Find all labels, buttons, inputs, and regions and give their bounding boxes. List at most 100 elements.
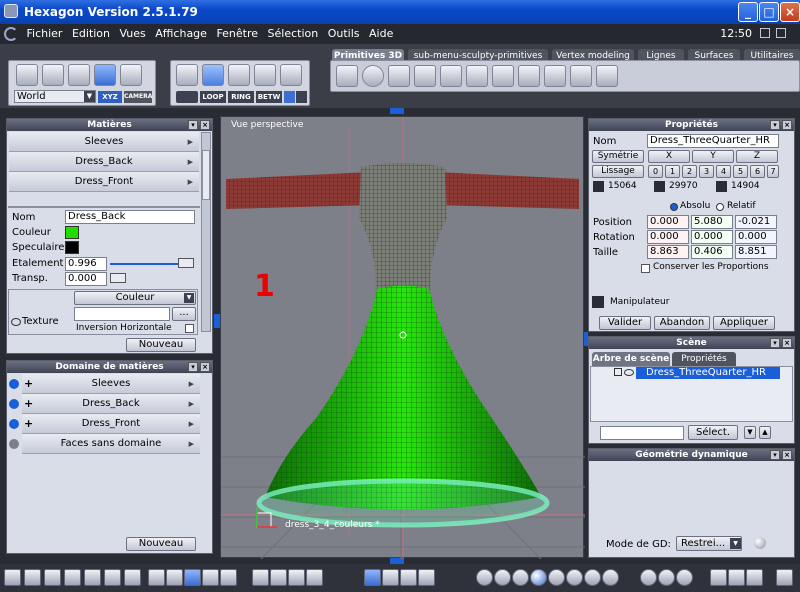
lissage-level-5[interactable]: 5 bbox=[733, 165, 748, 178]
lissage-level-4[interactable]: 4 bbox=[716, 165, 731, 178]
sym-z-button[interactable]: Z bbox=[736, 150, 778, 163]
render-flat-icon[interactable] bbox=[494, 569, 511, 586]
lissage-level-1[interactable]: 1 bbox=[665, 165, 680, 178]
menu-outils[interactable]: Outils bbox=[325, 24, 363, 40]
domain-item-dress-front[interactable]: Dress_Front ▶ bbox=[22, 414, 200, 434]
material-preview-icon[interactable] bbox=[640, 569, 657, 586]
scale-tool-icon[interactable] bbox=[400, 569, 417, 586]
domain-item-dress-back[interactable]: Dress_Back ▶ bbox=[22, 394, 200, 414]
sym-x-button[interactable]: X bbox=[648, 150, 690, 163]
material-item-sleeves[interactable]: Sleeves ▶ bbox=[9, 132, 199, 152]
close-panel-icon[interactable] bbox=[776, 28, 786, 38]
valider-button[interactable]: Valider bbox=[599, 316, 651, 330]
menu-fenetre[interactable]: Fenêtre bbox=[213, 24, 261, 40]
pyramid-primitive-icon[interactable] bbox=[492, 65, 514, 87]
grid-display-icon[interactable] bbox=[184, 569, 201, 586]
scroll-down-icon[interactable]: ▼ bbox=[744, 426, 756, 439]
rotation-z-field[interactable]: 0.000 bbox=[735, 230, 777, 244]
plus-icon[interactable]: + bbox=[24, 397, 33, 410]
menu-vues[interactable]: Vues bbox=[117, 24, 149, 40]
brush-select-icon[interactable] bbox=[176, 91, 198, 103]
gd-sphere-icon[interactable] bbox=[754, 537, 766, 549]
eye-icon[interactable] bbox=[11, 318, 21, 326]
universal-tool-icon[interactable] bbox=[418, 569, 435, 586]
render-smooth-icon[interactable] bbox=[512, 569, 529, 586]
rotate-tool-icon[interactable] bbox=[382, 569, 399, 586]
inversion-checkbox[interactable] bbox=[185, 324, 194, 333]
chevron-down-icon[interactable]: ▼ bbox=[84, 91, 95, 102]
manipulator-icon[interactable] bbox=[592, 296, 604, 308]
gem-primitive-icon[interactable] bbox=[544, 65, 566, 87]
layout-four-icon[interactable] bbox=[124, 569, 141, 586]
grid-color-icon[interactable] bbox=[220, 569, 237, 586]
betw-button[interactable]: BETW bbox=[256, 91, 282, 103]
material-name-field[interactable]: Dress_Back bbox=[65, 210, 195, 224]
texture-path-field[interactable] bbox=[74, 307, 170, 321]
scene-tree-item[interactable]: Dress_ThreeQuarter_HR bbox=[636, 367, 780, 379]
transparency-field[interactable]: 0.000 bbox=[65, 272, 107, 286]
ring-button[interactable]: RING bbox=[228, 91, 254, 103]
layout-quad-icon[interactable] bbox=[24, 569, 41, 586]
lissage-level-6[interactable]: 6 bbox=[750, 165, 765, 178]
scroll-up-icon[interactable]: ▲ bbox=[759, 426, 771, 439]
display-cube-icon[interactable] bbox=[710, 569, 727, 586]
move-sphere-icon[interactable] bbox=[94, 64, 116, 86]
panel-menu-icon[interactable]: ▾ bbox=[770, 450, 780, 460]
camera-toggle[interactable]: CAMERA bbox=[124, 91, 152, 103]
move-tool-icon[interactable] bbox=[364, 569, 381, 586]
size-y-field[interactable]: 0.406 bbox=[691, 245, 733, 259]
render-ao-icon[interactable] bbox=[584, 569, 601, 586]
grid-snap-icon[interactable] bbox=[148, 569, 165, 586]
panel-close-icon[interactable]: × bbox=[782, 450, 792, 460]
position-y-field[interactable]: 5.080 bbox=[691, 215, 733, 229]
color-swatch[interactable] bbox=[65, 226, 79, 239]
render-textured-icon[interactable] bbox=[548, 569, 565, 586]
select-edge-icon[interactable] bbox=[228, 64, 250, 86]
close-button[interactable]: × bbox=[780, 2, 800, 22]
size-z-field[interactable]: 8.851 bbox=[735, 245, 777, 259]
panel-menu-icon[interactable]: ▾ bbox=[770, 120, 780, 130]
cylinder-primitive-icon[interactable] bbox=[440, 65, 462, 87]
transparency-slider-handle[interactable] bbox=[110, 273, 126, 283]
domain-item-faces-sans-domaine[interactable]: Faces sans domaine ▶ bbox=[22, 434, 200, 454]
lasso-icon[interactable] bbox=[42, 64, 64, 86]
object-name-field[interactable]: Dress_ThreeQuarter_HR bbox=[647, 134, 779, 148]
top-panel-collapse-icon[interactable] bbox=[390, 108, 404, 114]
shrink-selection-icon[interactable] bbox=[296, 91, 307, 103]
viewport-perspective[interactable] bbox=[220, 116, 585, 559]
eye-icon[interactable] bbox=[9, 439, 19, 449]
grid-options-icon[interactable] bbox=[202, 569, 219, 586]
layout-split-v-icon[interactable] bbox=[64, 569, 81, 586]
panel-menu-icon[interactable]: ▾ bbox=[188, 120, 198, 130]
view-eye-icon[interactable] bbox=[306, 569, 323, 586]
layout-three-icon[interactable] bbox=[84, 569, 101, 586]
absolu-radio[interactable] bbox=[670, 203, 678, 211]
new-material-button[interactable]: Nouveau bbox=[126, 338, 196, 352]
size-x-field[interactable]: 8.863 bbox=[647, 245, 689, 259]
panel-close-icon[interactable]: × bbox=[782, 120, 792, 130]
restore-panel-icon[interactable] bbox=[760, 28, 770, 38]
panel-menu-icon[interactable]: ▾ bbox=[770, 338, 780, 348]
appliquer-button[interactable]: Appliquer bbox=[713, 316, 775, 330]
relatif-radio[interactable] bbox=[716, 203, 724, 211]
maximize-button[interactable]: □ bbox=[759, 2, 779, 22]
texture-type-dropdown[interactable]: Couleur bbox=[74, 291, 196, 305]
settings-icon[interactable] bbox=[776, 569, 793, 586]
rotation-x-field[interactable]: 0.000 bbox=[647, 230, 689, 244]
cube-primitive-icon[interactable] bbox=[336, 65, 358, 87]
lissage-level-7[interactable]: 7 bbox=[767, 165, 779, 178]
scene-search-field[interactable] bbox=[600, 426, 684, 440]
symetrie-button[interactable]: Symétrie bbox=[592, 150, 644, 163]
dodecahedron-primitive-icon[interactable] bbox=[570, 65, 592, 87]
zoom-icon[interactable] bbox=[288, 569, 305, 586]
pan-icon[interactable] bbox=[270, 569, 287, 586]
sphere-primitive-icon[interactable] bbox=[362, 65, 384, 87]
material-item-dress-front[interactable]: Dress_Front ▶ bbox=[9, 172, 199, 192]
eye-icon[interactable] bbox=[9, 419, 19, 429]
eye-icon[interactable] bbox=[624, 369, 634, 376]
select-arrow-icon[interactable] bbox=[16, 64, 38, 86]
menu-edition[interactable]: Edition bbox=[69, 24, 113, 40]
etalement-slider-handle[interactable] bbox=[178, 258, 194, 268]
eye-icon[interactable] bbox=[9, 399, 19, 409]
zoom-extents-icon[interactable] bbox=[252, 569, 269, 586]
